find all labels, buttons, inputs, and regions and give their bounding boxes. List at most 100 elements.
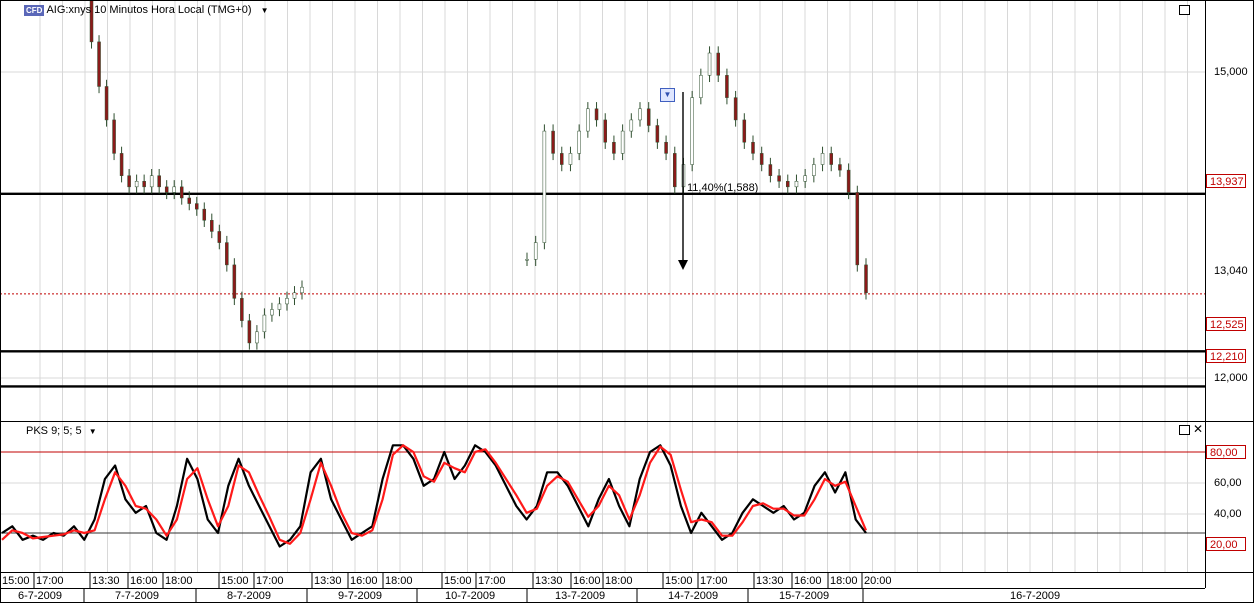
candle-body — [568, 153, 573, 165]
candle-body — [846, 169, 851, 193]
candle-body — [638, 108, 642, 121]
time-tick-label: 18:00 — [605, 575, 633, 587]
candle-body — [733, 97, 738, 121]
candle-body — [586, 108, 590, 132]
candle-body — [217, 231, 222, 243]
osc-level-tag: 80,00 — [1206, 445, 1246, 459]
candle-body — [285, 298, 289, 305]
close-indicator-icon[interactable]: ✕ — [1193, 423, 1203, 435]
price-tick-label: 12,000 — [1214, 372, 1248, 384]
time-tick-label: 20:00 — [864, 575, 892, 587]
candle-body — [179, 186, 184, 199]
date-tick-label: 15-7-2009 — [779, 590, 830, 602]
time-tick-label: 17:00 — [256, 575, 284, 587]
candle-body — [707, 52, 712, 76]
candle-body — [716, 52, 720, 76]
time-tick-label: 18:00 — [385, 575, 413, 587]
candle-body — [838, 164, 842, 171]
candle-body — [277, 303, 282, 310]
time-tick-label: 17:00 — [36, 575, 64, 587]
candle-body — [533, 242, 538, 260]
candle-body — [855, 192, 860, 266]
candle-body — [210, 220, 214, 232]
date-tick-label: 8-7-2009 — [227, 590, 272, 602]
candle-body — [195, 203, 199, 210]
maximize-indicator-button[interactable] — [1179, 425, 1190, 435]
candle-body — [751, 141, 755, 154]
candle-body — [725, 75, 729, 98]
candle-body — [112, 119, 116, 154]
candle-body — [777, 175, 781, 182]
osc-level-tag: 20,00 — [1206, 537, 1246, 551]
candle-body — [820, 153, 825, 165]
osc-tick-label: 40,00 — [1214, 508, 1242, 520]
candle-body — [768, 164, 773, 176]
date-tick-label: 7-7-2009 — [115, 590, 160, 602]
candle-body — [620, 130, 625, 154]
time-tick-label: 15:00 — [221, 575, 249, 587]
date-tick-label: 16-7-2009 — [1010, 590, 1061, 602]
indicator-header[interactable]: PKS 9; 5; 5 ▼ — [26, 425, 97, 437]
time-tick-label: 17:00 — [700, 575, 728, 587]
time-tick-label: 16:00 — [350, 575, 378, 587]
candle-body — [262, 314, 267, 333]
date-tick-label: 13-7-2009 — [555, 590, 606, 602]
cfd-badge: CFD — [24, 4, 45, 16]
candle-body — [157, 175, 161, 188]
candle-body — [247, 320, 252, 344]
candle-body — [142, 181, 146, 188]
candle-body — [172, 186, 176, 193]
candle-body — [560, 153, 564, 165]
candle-body — [603, 119, 607, 143]
candle-body — [577, 130, 581, 154]
candle-body — [97, 41, 101, 87]
date-tick-label: 14-7-2009 — [668, 590, 719, 602]
time-tick-label: 17:00 — [478, 575, 506, 587]
chart-header[interactable]: CFD AIG:xnys 10 Minutos Hora Local (TMG+0… — [24, 4, 269, 16]
candle-body — [786, 181, 790, 188]
chart-window: CFD AIG:xnys 10 Minutos Hora Local (TMG+0… — [0, 0, 1254, 603]
candle-body — [255, 331, 259, 344]
maximize-price-panel-button[interactable] — [1179, 5, 1190, 15]
candle-body — [646, 108, 651, 126]
candle-body — [690, 97, 694, 165]
candle-body — [759, 153, 764, 165]
candle-body — [864, 264, 868, 294]
candle-body — [300, 286, 304, 294]
candle-body — [202, 208, 207, 221]
time-tick-label: 13:30 — [756, 575, 784, 587]
time-tick-label: 13:30 — [535, 575, 563, 587]
time-tick-label: 18:00 — [165, 575, 193, 587]
candle-body — [594, 108, 599, 121]
price-marker-icon[interactable]: ▼ — [660, 88, 675, 102]
indicator-title: PKS 9; 5; 5 — [26, 425, 82, 437]
chevron-down-icon[interactable]: ▼ — [261, 6, 269, 15]
candle-body — [187, 197, 191, 204]
candle-body — [542, 130, 547, 243]
candle-body — [742, 119, 747, 143]
candle-body — [149, 175, 154, 188]
time-tick-label: 16:00 — [794, 575, 822, 587]
time-tick-label: 16:00 — [573, 575, 601, 587]
level-tag: 12,525 — [1206, 317, 1246, 331]
candle-body — [240, 298, 244, 321]
pks-signal-line — [1, 444, 868, 545]
candle-body — [655, 125, 660, 143]
candle-body — [225, 242, 229, 266]
candle-body — [134, 181, 139, 188]
time-tick-label: 16:00 — [130, 575, 158, 587]
chart-title: AIG:xnys 10 Minutos Hora Local (TMG+0) — [46, 4, 252, 16]
chevron-down-icon[interactable]: ▼ — [89, 427, 97, 436]
date-tick-label: 6-7-2009 — [18, 590, 63, 602]
candle-body — [664, 141, 668, 154]
candle-body — [525, 259, 529, 261]
time-tick-label: 13:30 — [92, 575, 120, 587]
time-tick-label: 18:00 — [830, 575, 858, 587]
candle-body — [119, 153, 124, 176]
candle-body — [629, 119, 634, 132]
candle-body — [292, 292, 297, 299]
time-tick-label: 15:00 — [444, 575, 472, 587]
date-tick-label: 10-7-2009 — [445, 590, 496, 602]
candle-body — [232, 264, 237, 299]
osc-tick-label: 60,00 — [1214, 477, 1242, 489]
